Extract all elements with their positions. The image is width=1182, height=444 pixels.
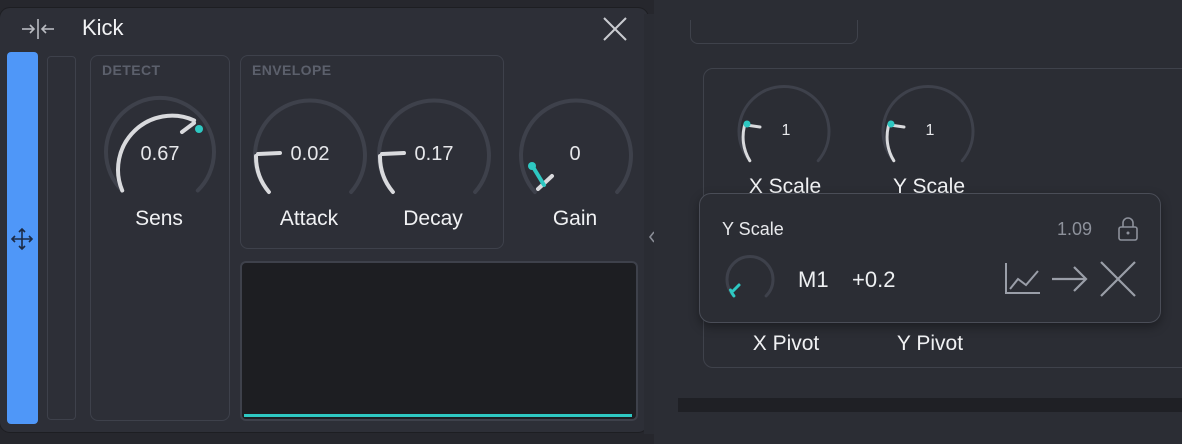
lock-icon[interactable] xyxy=(1116,216,1140,242)
envelope-meter-line xyxy=(244,414,632,417)
collapse-arrows-icon[interactable] xyxy=(18,18,58,40)
y-pivot-label: Y Pivot xyxy=(896,332,964,355)
popup-title: Y Scale xyxy=(722,219,784,239)
curve-graph-icon[interactable] xyxy=(1002,259,1042,299)
decay-label: Decay xyxy=(403,207,463,230)
detect-group-title: DETECT xyxy=(102,62,161,78)
popup-value: 1.09 xyxy=(1056,219,1092,239)
sens-value: 0.67 xyxy=(140,143,180,165)
envelope-group-title: ENVELOPE xyxy=(252,62,332,78)
mod-amount-knob[interactable] xyxy=(724,254,776,300)
previous-group xyxy=(690,20,858,44)
move-arrows-icon[interactable] xyxy=(9,226,35,252)
arrow-right-icon[interactable] xyxy=(1050,259,1090,299)
mod-source-label[interactable]: M1 xyxy=(798,267,829,293)
panel-divider[interactable] xyxy=(644,14,654,434)
attack-value: 0.02 xyxy=(290,143,330,165)
y-scale-value: 1 xyxy=(925,122,935,139)
gain-label: Gain xyxy=(552,207,598,230)
attack-label: Attack xyxy=(279,207,339,230)
sens-label: Sens xyxy=(135,207,183,230)
y-scale-label: Y Scale xyxy=(893,175,965,193)
gain-value: 0 xyxy=(569,143,581,165)
envelope-display xyxy=(240,261,638,421)
module-title: Kick xyxy=(82,15,124,40)
close-icon[interactable] xyxy=(600,14,630,44)
remove-modulation-icon[interactable] xyxy=(1098,259,1138,299)
decay-value: 0.17 xyxy=(414,143,454,165)
panel-bottom-edge xyxy=(678,398,1182,412)
x-scale-value: 1 xyxy=(781,122,791,139)
x-scale-label: X Scale xyxy=(748,175,822,193)
modulation-slot[interactable] xyxy=(47,56,76,420)
mod-amount-value[interactable]: +0.2 xyxy=(852,267,895,293)
x-pivot-label: X Pivot xyxy=(752,332,820,355)
